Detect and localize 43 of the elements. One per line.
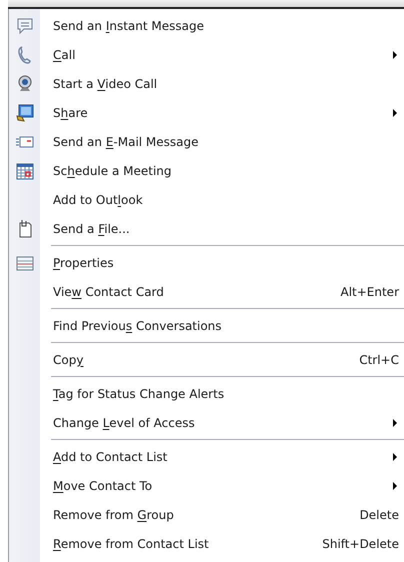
menu-item-label: Add to Outlook <box>53 192 144 206</box>
calendar-icon <box>14 160 34 180</box>
shortcut-label: Ctrl+C <box>359 352 399 366</box>
shortcut-label: Delete <box>360 508 399 522</box>
menu-item[interactable]: Remove from Contact List Shift+Delete <box>9 529 404 558</box>
menu-item[interactable]: Find Previous Conversations <box>9 311 404 340</box>
shortcut-label: Shift+Delete <box>322 536 399 550</box>
menu-item-label: Find Previous Conversations <box>53 318 223 332</box>
menu-item[interactable]: Call <box>9 40 404 69</box>
menu-item-label: Send a File... <box>53 222 131 236</box>
menu-item-label: Send an Instant Message <box>53 18 205 32</box>
menu-item[interactable]: Tag for Status Change Alerts <box>9 379 404 408</box>
menu-item-label: Remove from Contact List <box>53 536 210 550</box>
menu-item-label: Move Contact To <box>53 478 154 492</box>
menu-item[interactable]: View Contact Card Alt+Enter <box>9 277 404 306</box>
menu-item-label: Call <box>53 48 76 62</box>
monitor-icon <box>14 102 34 122</box>
menu-item[interactable]: Schedule a Meeting <box>9 156 404 185</box>
menu-item[interactable]: Add to Contact List <box>9 442 404 471</box>
menu-item-label: Copy <box>53 352 84 366</box>
menu-item-label: Start a Video Call <box>53 76 158 90</box>
menu-item[interactable]: Send an Instant Message <box>9 11 404 40</box>
menu-item-label: Properties <box>53 256 115 270</box>
menu-item-label: Add to Contact List <box>53 450 168 464</box>
menu-item-label: Send an E-Mail Message <box>53 134 200 148</box>
menu-item[interactable]: Move Contact To <box>9 471 404 500</box>
menu-item-label: Remove from Group <box>53 508 175 522</box>
menu-item[interactable]: Start a Video Call <box>9 69 404 98</box>
menu-item[interactable]: Change Level of Access <box>9 408 404 437</box>
menu-item[interactable]: Send a File... <box>9 214 404 243</box>
menu-item[interactable]: Properties <box>9 248 404 277</box>
menu-item-label: Change Level of Access <box>53 416 196 430</box>
menu-item-label: Tag for Status Change Alerts <box>53 386 226 400</box>
menu-item[interactable]: Send an E-Mail Message <box>9 127 404 156</box>
menu-item[interactable]: Copy Ctrl+C <box>9 345 404 374</box>
menu-item[interactable]: Add to Outlook <box>9 185 404 214</box>
menu-item-label: Schedule a Meeting <box>53 164 173 178</box>
menu-item[interactable]: Remove from Group Delete <box>9 500 404 529</box>
menu-item-label: View Contact Card <box>53 284 165 298</box>
menu-item-label: Share <box>53 106 89 120</box>
shortcut-label: Alt+Enter <box>340 284 399 298</box>
menu-item[interactable]: Share <box>9 98 404 127</box>
chat-bubble-icon <box>14 16 34 36</box>
